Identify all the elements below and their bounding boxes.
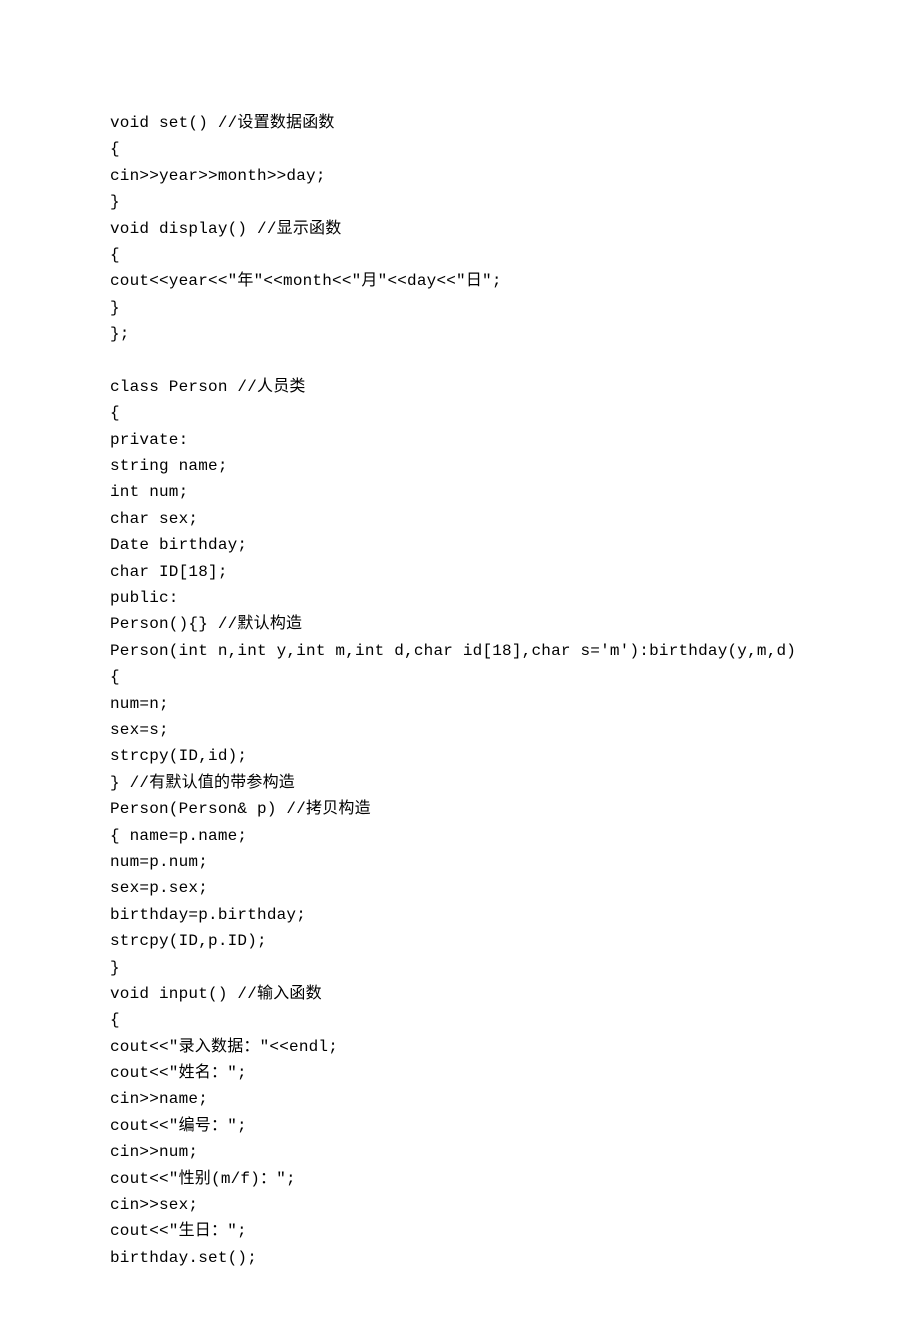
code-line: } bbox=[110, 955, 810, 981]
code-line: cout<<"姓名："; bbox=[110, 1060, 810, 1086]
code-line: Date birthday; bbox=[110, 532, 810, 558]
code-line: } //有默认值的带参构造 bbox=[110, 770, 810, 796]
code-line: public: bbox=[110, 585, 810, 611]
code-line: cin>>sex; bbox=[110, 1192, 810, 1218]
code-line: void display() //显示函数 bbox=[110, 216, 810, 242]
code-line: cin>>name; bbox=[110, 1086, 810, 1112]
code-line: char ID[18]; bbox=[110, 559, 810, 585]
code-line: cin>>num; bbox=[110, 1139, 810, 1165]
code-line: strcpy(ID,p.ID); bbox=[110, 928, 810, 954]
code-line: { bbox=[110, 242, 810, 268]
code-line: }; bbox=[110, 321, 810, 347]
code-line: cout<<"录入数据："<<endl; bbox=[110, 1034, 810, 1060]
code-line: char sex; bbox=[110, 506, 810, 532]
code-line: void set() //设置数据函数 bbox=[110, 110, 810, 136]
code-line: Person(int n,int y,int m,int d,char id[1… bbox=[110, 638, 810, 664]
code-line: string name; bbox=[110, 453, 810, 479]
code-line: strcpy(ID,id); bbox=[110, 743, 810, 769]
code-line: class Person //人员类 bbox=[110, 374, 810, 400]
code-line: num=p.num; bbox=[110, 849, 810, 875]
code-block: void set() //设置数据函数{cin>>year>>month>>da… bbox=[110, 110, 810, 1271]
code-line: birthday.set(); bbox=[110, 1245, 810, 1271]
code-line: Person(){} //默认构造 bbox=[110, 611, 810, 637]
code-line bbox=[110, 348, 810, 374]
code-line: cin>>year>>month>>day; bbox=[110, 163, 810, 189]
code-line: Person(Person& p) //拷贝构造 bbox=[110, 796, 810, 822]
code-line: int num; bbox=[110, 479, 810, 505]
code-line: sex=s; bbox=[110, 717, 810, 743]
code-line: { bbox=[110, 136, 810, 162]
code-line: cout<<year<<"年"<<month<<"月"<<day<<"日"; bbox=[110, 268, 810, 294]
code-line: cout<<"性别(m/f)："; bbox=[110, 1166, 810, 1192]
code-line: } bbox=[110, 189, 810, 215]
document-page: void set() //设置数据函数{cin>>year>>month>>da… bbox=[0, 0, 920, 1331]
code-line: cout<<"生日："; bbox=[110, 1218, 810, 1244]
code-line: } bbox=[110, 295, 810, 321]
code-line: { bbox=[110, 400, 810, 426]
code-line: private: bbox=[110, 427, 810, 453]
code-line: void input() //输入函数 bbox=[110, 981, 810, 1007]
code-line: num=n; bbox=[110, 691, 810, 717]
code-line: sex=p.sex; bbox=[110, 875, 810, 901]
code-line: { bbox=[110, 1007, 810, 1033]
code-line: cout<<"编号："; bbox=[110, 1113, 810, 1139]
code-line: { name=p.name; bbox=[110, 823, 810, 849]
code-line: { bbox=[110, 664, 810, 690]
code-line: birthday=p.birthday; bbox=[110, 902, 810, 928]
